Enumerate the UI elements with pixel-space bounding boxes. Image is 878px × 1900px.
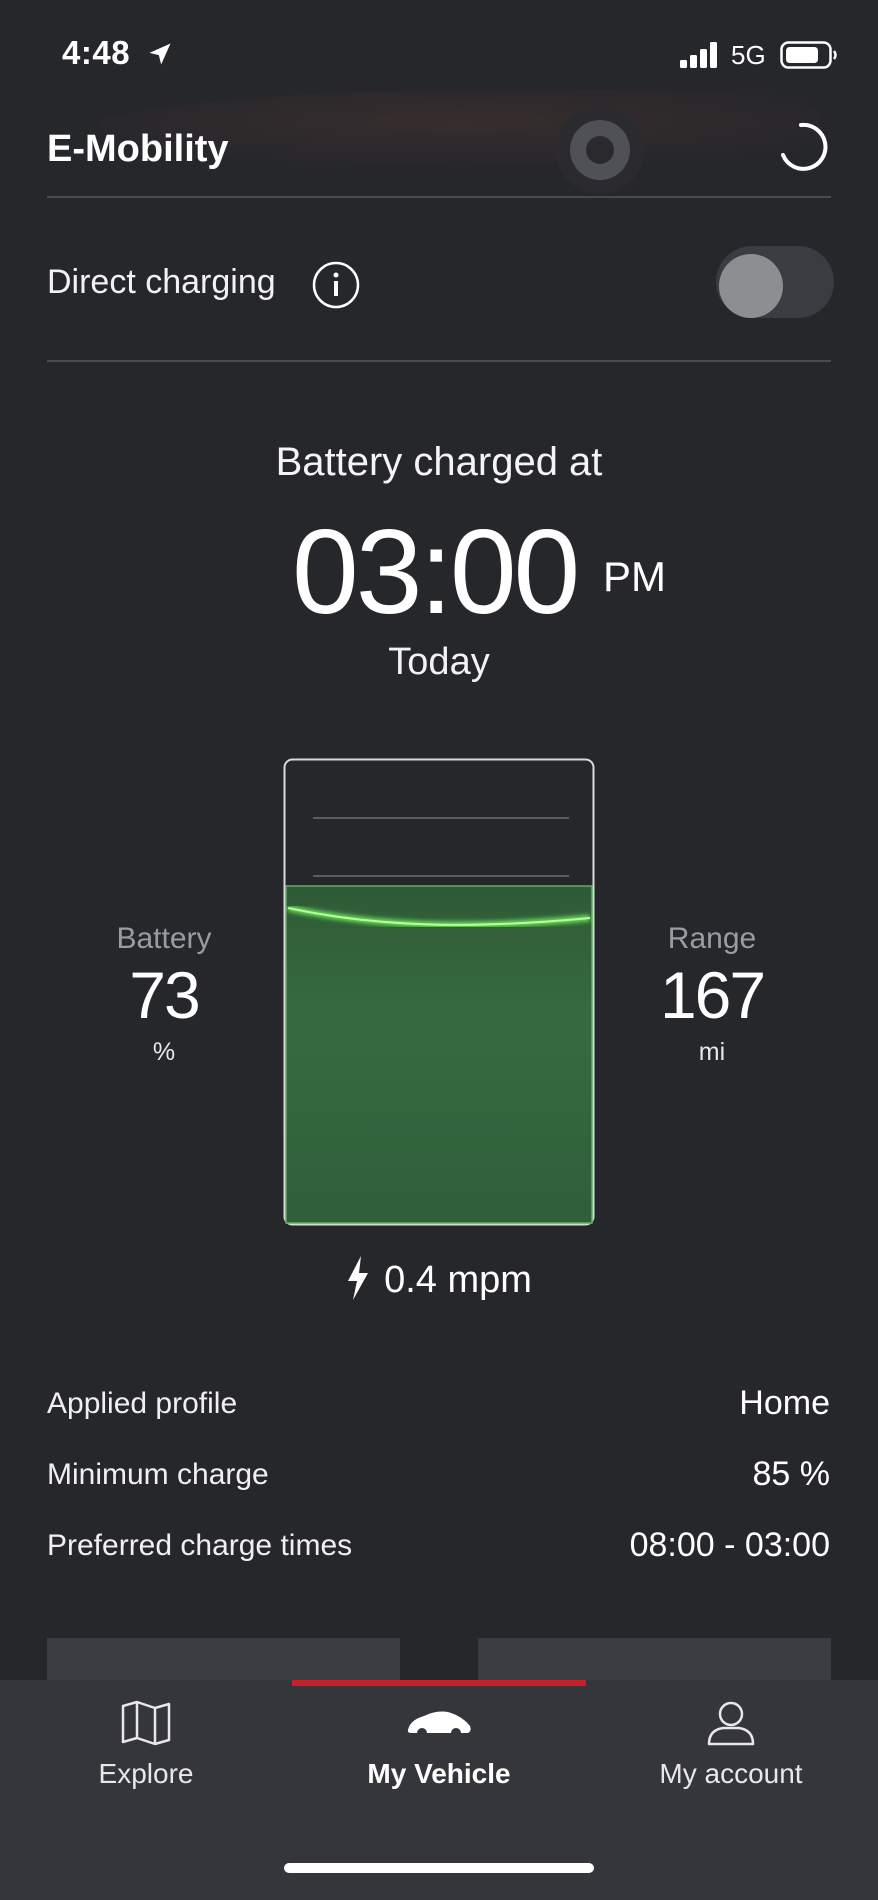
charging-rate: 0.4 mpm (0, 1256, 878, 1302)
action-card-right[interactable] (478, 1638, 831, 1682)
battery-value: 73 (129, 958, 200, 1032)
detail-label-charge-times: Preferred charge times (47, 1529, 353, 1562)
battery-label: Battery (116, 922, 212, 955)
detail-value-charge-times: 08:00 - 03:00 (629, 1526, 830, 1564)
nav-my-account[interactable]: My account (621, 1700, 841, 1820)
battery-gauge (283, 758, 595, 1226)
network-type: 5G (731, 40, 766, 70)
section-divider (47, 360, 831, 362)
detail-value-profile: Home (739, 1384, 830, 1422)
detail-label-profile: Applied profile (47, 1387, 238, 1420)
nav-explore[interactable]: Explore (36, 1700, 256, 1820)
charge-day: Today (388, 641, 490, 683)
range-label: Range (667, 922, 757, 955)
charging-rate-value: 0.4 mpm (384, 1259, 532, 1301)
vehicle-backdrop (0, 90, 878, 260)
loading-spinner-icon (781, 122, 828, 171)
charge-complete-time: 03:00 (292, 505, 580, 639)
toggle-knob (719, 254, 783, 318)
nav-label-explore: Explore (98, 1758, 194, 1789)
action-card-left[interactable] (47, 1638, 400, 1682)
nav-my-vehicle[interactable]: My Vehicle (329, 1700, 549, 1820)
status-time: 4:48 (62, 34, 131, 71)
location-arrow-icon (149, 43, 171, 65)
range-value: 167 (659, 958, 766, 1032)
range-unit: mi (698, 1038, 726, 1066)
nav-label-my-vehicle: My Vehicle (367, 1758, 511, 1789)
charge-time-ampm: PM (603, 553, 666, 600)
user-icon (707, 1701, 755, 1746)
lightning-bolt-icon (348, 1256, 369, 1300)
battery-fill (285, 885, 593, 1224)
map-icon (121, 1700, 171, 1746)
detail-label-min-charge: Minimum charge (47, 1458, 269, 1491)
battery-unit: % (152, 1038, 176, 1066)
signal-bars-icon (680, 42, 717, 68)
active-tab-indicator (292, 1680, 586, 1686)
battery-icon (780, 41, 837, 69)
page-title: E-Mobility (47, 128, 229, 170)
charge-heading: Battery charged at (275, 440, 603, 484)
direct-charging-label: Direct charging (47, 263, 276, 301)
info-icon[interactable] (312, 261, 360, 309)
nav-label-my-account: My account (659, 1758, 803, 1789)
car-icon (407, 1711, 471, 1738)
detail-value-min-charge: 85 % (752, 1455, 831, 1493)
home-indicator[interactable] (284, 1863, 594, 1873)
header-divider (47, 196, 831, 198)
